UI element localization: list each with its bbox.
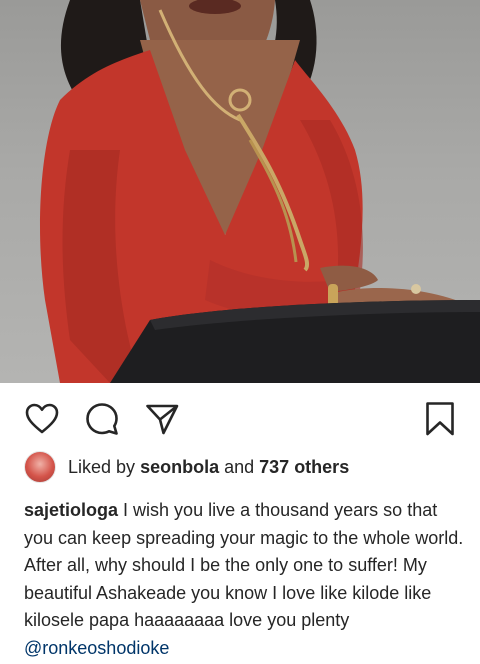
post-image[interactable]	[0, 0, 480, 383]
likes-text: Liked by seonbola and 737 others	[68, 457, 349, 478]
post-caption: sajetiologa I wish you live a thousand y…	[24, 497, 464, 662]
caption-mention[interactable]: @ronkeoshodioke	[24, 638, 169, 658]
post-action-bar	[0, 383, 480, 455]
liker-username[interactable]: seonbola	[140, 457, 219, 477]
likes-others-count[interactable]: 737 others	[259, 457, 349, 477]
post-photo-illustration	[40, 0, 480, 383]
likes-joiner: and	[224, 456, 255, 477]
liker-avatar[interactable]	[24, 451, 56, 483]
share-icon[interactable]	[144, 401, 180, 437]
likes-summary[interactable]: Liked by seonbola and 737 others	[24, 451, 464, 483]
caption-username[interactable]: sajetiologa	[24, 500, 118, 520]
comment-icon[interactable]	[84, 401, 120, 437]
bookmark-icon[interactable]	[422, 401, 458, 437]
likes-prefix: Liked by	[68, 456, 136, 477]
heart-icon[interactable]	[24, 401, 60, 437]
